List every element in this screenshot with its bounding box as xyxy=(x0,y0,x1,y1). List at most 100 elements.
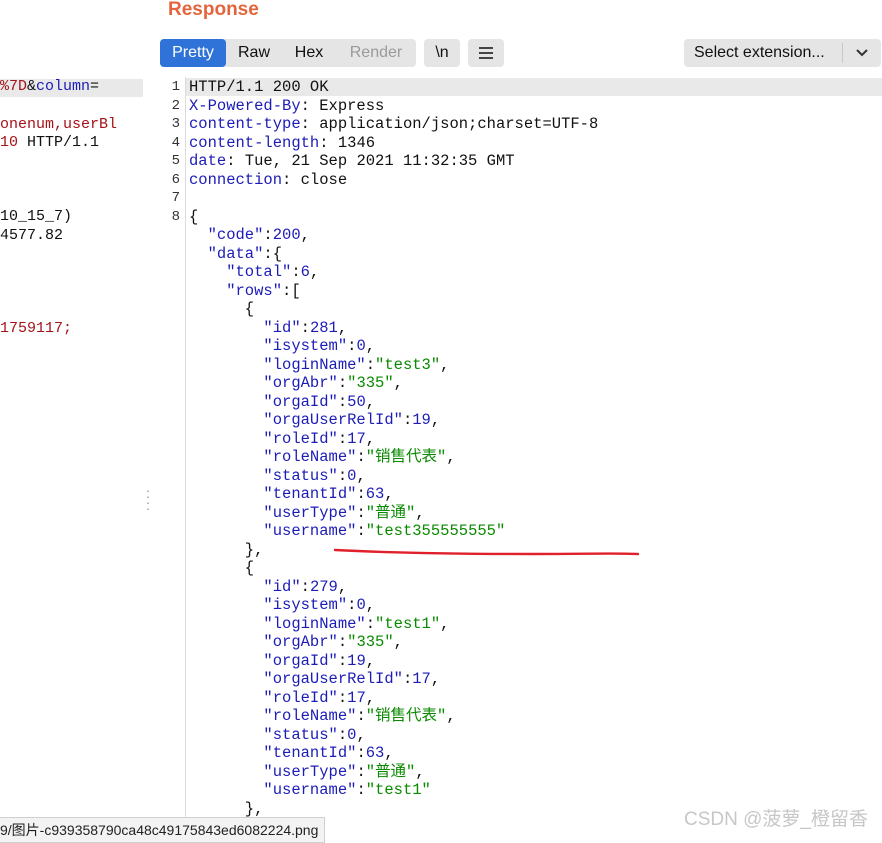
code-token: , xyxy=(365,688,376,707)
code-line: "id":279, xyxy=(189,578,347,597)
code-line: "status":0, xyxy=(189,466,366,486)
code-token: : application/json;charset=UTF-8 xyxy=(300,115,599,133)
code-token: : xyxy=(356,781,366,799)
code-token: "orgAbr" xyxy=(189,633,338,651)
code-token: "tenantId" xyxy=(189,485,357,503)
code-token: { xyxy=(189,559,255,577)
watermark: CSDN @菠萝_橙留香 xyxy=(684,809,868,830)
hamburger-menu-icon[interactable] xyxy=(468,39,504,67)
line-number: 2 xyxy=(171,97,180,114)
code-token: "id" xyxy=(189,318,301,337)
response-title: Response xyxy=(168,0,259,20)
request-pane[interactable]: %7D&column= onenum,userBl 10 HTTP/1.1 10_15… xyxy=(0,0,148,841)
code-line: "orgAbr":"335", xyxy=(189,633,403,652)
code-token: :{ xyxy=(263,244,283,263)
code-token: , xyxy=(365,596,376,614)
request-line: 4577.82 xyxy=(0,227,63,245)
code-token: "test355555555" xyxy=(365,522,506,540)
code-token: , xyxy=(446,448,456,466)
response-editor[interactable]: 1 2 3 4 5 6 7 8 HTTP/1.1 200 OK X-Powered-By: Ex… xyxy=(160,77,882,841)
newline-toggle-button[interactable]: \n xyxy=(424,39,460,67)
code-token: , xyxy=(337,577,348,596)
code-token: "isystem" xyxy=(189,596,348,614)
code-line: "roleName":"销售代表", xyxy=(189,707,456,726)
tab-pretty[interactable]: Pretty xyxy=(160,39,226,67)
code-token: "username" xyxy=(189,781,357,799)
pane-resize-handle[interactable]: · · · · xyxy=(144,484,152,515)
code-token: 0 xyxy=(356,337,366,355)
code-line: "roleName":"销售代表", xyxy=(189,448,456,467)
code-token: : xyxy=(291,263,301,281)
code-token: { xyxy=(189,300,255,318)
code-token: : xyxy=(402,411,413,429)
code-token: "total" xyxy=(189,263,292,281)
code-token: : xyxy=(337,429,348,448)
code-token: "roleName" xyxy=(189,707,357,725)
code-token: "335" xyxy=(347,374,394,392)
code-token: X-Powered-By xyxy=(189,96,301,115)
code-token: : Express xyxy=(300,96,385,115)
code-line: content-type: application/json;charset=U… xyxy=(189,115,598,134)
code-token: : xyxy=(263,226,273,244)
code-token: "test1" xyxy=(375,614,441,633)
line-number: 5 xyxy=(171,153,180,169)
code-line: "userType":"普通", xyxy=(189,503,424,523)
code-token: : xyxy=(300,577,310,596)
code-token: "username" xyxy=(189,522,357,540)
code-line: "roleId":17, xyxy=(189,689,375,708)
code-token: : xyxy=(365,355,376,374)
code-line: "code":200, xyxy=(189,226,310,245)
chevron-down-icon xyxy=(856,49,868,57)
code-token: "普通" xyxy=(365,762,416,781)
code-token: "roleId" xyxy=(189,429,338,448)
code-token: }, xyxy=(189,799,264,818)
code-token: "orgaUserRelId" xyxy=(189,411,403,429)
code-token: { xyxy=(189,207,199,226)
code-line: "orgAbr":"335", xyxy=(189,374,403,393)
code-token: , xyxy=(446,707,456,725)
tab-render[interactable]: Render xyxy=(336,39,416,67)
code-token: , xyxy=(384,485,394,503)
code-token: : xyxy=(356,744,366,762)
status-bar-path: 9/图片-c939358790ca48c49175843ed6082224.pn… xyxy=(0,822,319,838)
code-token: , xyxy=(384,744,394,762)
tab-raw[interactable]: Raw xyxy=(226,39,282,67)
code-token: , xyxy=(365,392,376,411)
code-line: "username":"test1" xyxy=(189,781,430,800)
line-number-gutter: 1 2 3 4 5 6 7 8 xyxy=(160,77,186,841)
code-line: "isystem":0, xyxy=(189,596,375,615)
code-token: : xyxy=(337,633,348,651)
code-line: "orgaUserRelId":19, xyxy=(189,411,440,430)
code-token: , xyxy=(356,466,366,485)
code-token: connection xyxy=(189,170,283,189)
code-token: "isystem" xyxy=(189,337,348,355)
line-number: 6 xyxy=(171,171,180,188)
code-token: 200 xyxy=(272,226,301,244)
code-line: "tenantId":63, xyxy=(189,485,394,504)
extension-select[interactable]: Select extension... xyxy=(684,39,881,67)
code-token: 281 xyxy=(309,318,338,337)
code-line: "userType":"普通", xyxy=(189,762,424,782)
code-token: , xyxy=(309,263,320,281)
code-token: "普通" xyxy=(365,503,416,522)
code-token: , xyxy=(430,670,441,688)
request-line: 10 HTTP/1.1 xyxy=(0,134,99,152)
request-token: 4577.82 xyxy=(0,227,64,244)
code-token: "orgaUserRelId" xyxy=(189,670,403,688)
request-token: & xyxy=(27,78,37,95)
code-token: 19 xyxy=(347,651,366,670)
code-line: "loginName":"test3", xyxy=(189,356,449,375)
code-token: : xyxy=(356,448,366,466)
extension-select-label: Select extension... xyxy=(694,44,825,61)
code-line: connection: close xyxy=(189,171,347,190)
code-token: , xyxy=(393,374,403,392)
code-token: : Tue, 21 Sep 2021 11:32:35 GMT xyxy=(226,152,515,170)
code-token: 17 xyxy=(347,688,366,707)
code-token: "335" xyxy=(347,633,394,651)
request-token: 1759117; xyxy=(0,320,73,337)
tab-hex[interactable]: Hex xyxy=(282,39,336,67)
code-line: "total":6, xyxy=(189,263,319,282)
code-token: "roleName" xyxy=(189,448,357,466)
code-token: : xyxy=(356,522,366,540)
code-token: HTTP/1.1 200 OK xyxy=(189,78,329,96)
